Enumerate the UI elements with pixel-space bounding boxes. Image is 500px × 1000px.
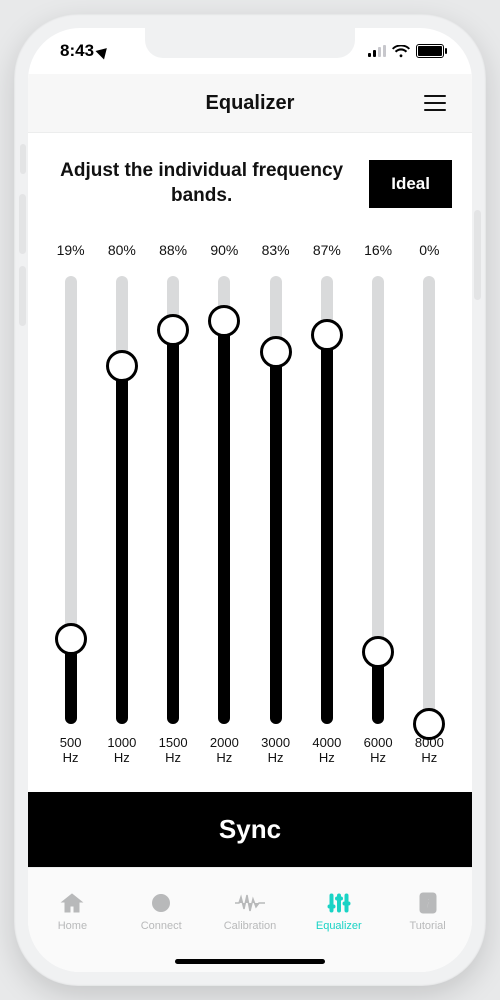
eq-percent-label: 80% — [108, 242, 136, 262]
eq-track-wrap — [151, 262, 196, 734]
eq-percent-label: 19% — [57, 242, 85, 262]
instruction-row: Adjust the individual frequency bands. I… — [48, 159, 452, 208]
menu-button[interactable] — [418, 89, 452, 117]
eq-fill — [167, 330, 179, 724]
eq-track[interactable] — [321, 276, 333, 724]
eq-percent-label: 87% — [313, 242, 341, 262]
equalizer-sliders: 19% 500Hz 80% 1000Hz 88% 1500Hz 90% 2000Hz 83% 30… — [48, 242, 452, 768]
content: Adjust the individual frequency bands. I… — [28, 133, 472, 867]
equalizer-icon — [327, 890, 351, 916]
eq-frequency-label: 3000Hz — [261, 734, 290, 768]
eq-thumb[interactable] — [55, 623, 87, 655]
eq-percent-label: 90% — [210, 242, 238, 262]
eq-track-wrap — [304, 262, 349, 734]
eq-fill — [116, 366, 128, 724]
eq-percent-label: 88% — [159, 242, 187, 262]
calibration-icon — [235, 890, 265, 916]
eq-frequency-label: 6000Hz — [364, 734, 393, 768]
tab-bar: Home Connect Calibration Equalizer i Tutorial — [28, 867, 472, 972]
tab-calibration[interactable]: Calibration — [206, 868, 295, 954]
tab-label: Calibration — [224, 920, 277, 932]
eq-track-wrap — [202, 262, 247, 734]
battery-icon — [416, 44, 444, 58]
volume-up-button[interactable] — [19, 194, 26, 254]
eq-band-500hz: 19% 500Hz — [48, 242, 93, 768]
eq-frequency-label: 500Hz — [60, 734, 82, 768]
eq-frequency-label: 1500Hz — [159, 734, 188, 768]
eq-track[interactable] — [167, 276, 179, 724]
power-button[interactable] — [474, 210, 481, 300]
eq-thumb[interactable] — [208, 305, 240, 337]
eq-percent-label: 16% — [364, 242, 392, 262]
tab-label: Home — [58, 920, 87, 932]
tab-tutorial[interactable]: i Tutorial — [383, 868, 472, 954]
sync-button[interactable]: Sync — [28, 792, 472, 867]
connect-icon — [149, 890, 173, 916]
eq-track[interactable] — [116, 276, 128, 724]
eq-thumb[interactable] — [157, 314, 189, 346]
eq-band-8000hz: 0%8000Hz — [407, 242, 452, 768]
tab-label: Connect — [141, 920, 182, 932]
eq-track[interactable] — [65, 276, 77, 724]
eq-band-2000hz: 90% 2000Hz — [202, 242, 247, 768]
location-icon — [96, 44, 112, 60]
home-indicator[interactable] — [175, 959, 325, 964]
eq-thumb[interactable] — [362, 636, 394, 668]
cellular-icon — [368, 45, 386, 57]
eq-thumb[interactable] — [413, 708, 445, 740]
eq-percent-label: 83% — [262, 242, 290, 262]
eq-fill — [321, 335, 333, 724]
eq-band-4000hz: 87% 4000Hz — [304, 242, 349, 768]
ideal-button[interactable]: Ideal — [369, 160, 452, 208]
screen: 8:43 Equalizer Adjust the individual — [28, 28, 472, 972]
tab-connect[interactable]: Connect — [117, 868, 206, 954]
tutorial-icon: i — [417, 890, 439, 916]
tab-label: Tutorial — [409, 920, 445, 932]
eq-frequency-label: 1000Hz — [107, 734, 136, 768]
wifi-icon — [392, 45, 410, 58]
eq-track-wrap — [253, 262, 298, 734]
eq-track-wrap — [407, 262, 452, 734]
eq-track[interactable] — [270, 276, 282, 724]
svg-text:i: i — [426, 897, 430, 912]
eq-track[interactable] — [218, 276, 230, 724]
eq-fill — [270, 352, 282, 724]
notch — [145, 28, 355, 58]
tab-home[interactable]: Home — [28, 868, 117, 954]
page-title: Equalizer — [206, 92, 295, 115]
eq-band-3000hz: 83% 3000Hz — [253, 242, 298, 768]
eq-fill — [218, 321, 230, 724]
eq-frequency-label: 2000Hz — [210, 734, 239, 768]
status-time: 8:43 — [60, 41, 94, 61]
tab-equalizer[interactable]: Equalizer — [294, 868, 383, 954]
tab-label: Equalizer — [316, 920, 362, 932]
instruction-text: Adjust the individual frequency bands. — [48, 159, 355, 208]
eq-percent-label: 0% — [419, 242, 439, 262]
eq-frequency-label: 4000Hz — [312, 734, 341, 768]
home-icon — [60, 890, 84, 916]
eq-track-wrap — [356, 262, 401, 734]
eq-band-1000hz: 80% 1000Hz — [99, 242, 144, 768]
mute-switch[interactable] — [20, 144, 26, 174]
phone-frame: 8:43 Equalizer Adjust the individual — [14, 14, 486, 986]
eq-track-wrap — [48, 262, 93, 734]
eq-track[interactable] — [372, 276, 384, 724]
eq-track-wrap — [99, 262, 144, 734]
eq-band-1500hz: 88% 1500Hz — [151, 242, 196, 768]
eq-thumb[interactable] — [311, 319, 343, 351]
eq-band-6000hz: 16% 6000Hz — [356, 242, 401, 768]
app-header: Equalizer — [28, 74, 472, 133]
volume-down-button[interactable] — [19, 266, 26, 326]
eq-thumb[interactable] — [106, 350, 138, 382]
eq-thumb[interactable] — [260, 336, 292, 368]
eq-track[interactable] — [423, 276, 435, 724]
